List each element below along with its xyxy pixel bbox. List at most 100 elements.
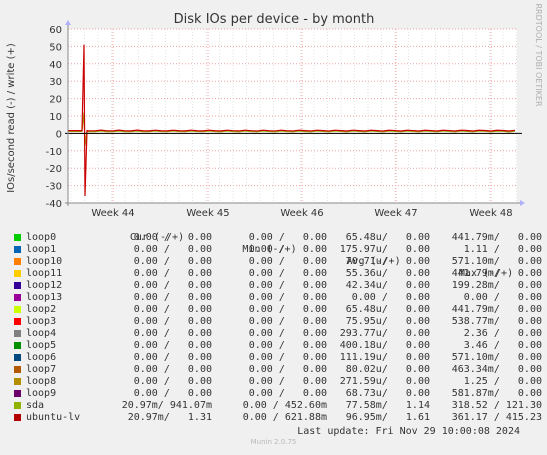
legend-swatch (14, 390, 21, 397)
last-update: Last update: Fri Nov 29 10:00:08 2024 (297, 426, 520, 437)
legend-swatch (14, 402, 21, 409)
legend-value-cur: 0.00 / 0.00 (133, 244, 212, 255)
legend-swatch (14, 366, 21, 373)
legend-row-loop2: loop2 0.00 / 0.00 0.00 / 0.00 65.48u/ 0.00 4… (12, 304, 542, 316)
y-tick-label: 40 (49, 60, 62, 71)
legend-value-cur: 0.00 / 0.00 (133, 280, 212, 291)
y-tick-label: 60 (49, 25, 62, 36)
legend-value-max: 581.87m/ 0.00 (451, 388, 542, 399)
legend-value-avg: 271.59u/ 0.00 (339, 376, 430, 387)
legend-value-cur: 20.97m/ 941.07m (121, 400, 212, 411)
legend-value-min: 0.00 / 0.00 (248, 316, 327, 327)
legend-value-max: 571.10m/ 0.00 (451, 256, 542, 267)
legend-row-loop3: loop3 0.00 / 0.00 0.00 / 0.00 75.95u/ 0.00 5… (12, 316, 542, 328)
legend-row-loop10: loop10 0.00 / 0.00 0.00 / 0.00 70.71u/ 0.00… (12, 256, 542, 268)
legend-row-loop13: loop13 0.00 / 0.00 0.00 / 0.00 0.00 / 0.00 0… (12, 292, 542, 304)
chart-title: Disk IOs per device - by month (174, 12, 375, 27)
legend-name: loop6 (26, 352, 57, 363)
legend-value-min: 0.00 / 0.00 (248, 340, 327, 351)
legend-value-max: 318.52 / 121.30 (451, 400, 542, 411)
legend-value-min: 0.00 / 0.00 (248, 256, 327, 267)
x-tick-label: Week 45 (186, 208, 229, 219)
legend-value-avg: 75.95u/ 0.00 (345, 316, 430, 327)
legend-swatch (14, 414, 21, 421)
legend-swatch (14, 258, 21, 265)
legend: Cur (-/+) Min (-/+) Avg (-/+) Max (-/+) … (12, 220, 542, 424)
legend-row-loop1: loop1 0.00 / 0.00 0.00 / 0.00 175.97u/ 0.00… (12, 244, 542, 256)
legend-value-min: 0.00 / 0.00 (248, 364, 327, 375)
legend-name: loop8 (26, 376, 57, 387)
legend-value-max: 441.79m/ 0.00 (451, 304, 542, 315)
legend-value-max: 1.11 / 0.00 (463, 244, 542, 255)
legend-name: loop7 (26, 364, 57, 375)
x-tick-label: Week 47 (374, 208, 417, 219)
legend-value-avg: 65.48u/ 0.00 (345, 232, 430, 243)
legend-value-avg: 65.48u/ 0.00 (345, 304, 430, 315)
legend-value-avg: 42.34u/ 0.00 (345, 280, 430, 291)
legend-name: loop2 (26, 304, 57, 315)
legend-value-min: 0.00 / 0.00 (248, 268, 327, 279)
legend-value-cur: 0.00 / 0.00 (133, 304, 212, 315)
legend-value-cur: 0.00 / 0.00 (133, 364, 212, 375)
legend-value-max: 361.17 / 415.23 (451, 412, 542, 423)
legend-value-max: 199.28m/ 0.00 (451, 280, 542, 291)
legend-value-max: 463.34m/ 0.00 (451, 364, 542, 375)
legend-value-min: 0.00 / 0.00 (248, 376, 327, 387)
legend-value-min: 0.00 / 452.60m (242, 400, 327, 411)
legend-swatch (14, 270, 21, 277)
x-tick-label: Week 44 (91, 208, 134, 219)
legend-value-max: 2.36 / 0.00 (463, 328, 542, 339)
y-tick-label: -20 (46, 164, 62, 175)
legend-value-max: 538.77m/ 0.00 (451, 316, 542, 327)
legend-swatch (14, 354, 21, 361)
legend-value-avg: 0.00 / 0.00 (351, 292, 430, 303)
legend-value-cur: 0.00 / 0.00 (133, 352, 212, 363)
legend-name: loop5 (26, 340, 57, 351)
x-tick-label: Week 48 (469, 208, 512, 219)
legend-name: loop1 (26, 244, 57, 255)
legend-value-min: 0.00 / 0.00 (248, 292, 327, 303)
legend-swatch (14, 330, 21, 337)
legend-value-cur: 0.00 / 0.00 (133, 268, 212, 279)
legend-value-min: 0.00 / 0.00 (248, 328, 327, 339)
legend-row-loop7: loop7 0.00 / 0.00 0.00 / 0.00 80.02u/ 0.00 4… (12, 364, 542, 376)
rrdtool-credit: RRDTOOL / TOBI OETIKER (534, 3, 543, 106)
legend-value-avg: 68.73u/ 0.00 (345, 388, 430, 399)
legend-value-cur: 0.00 / 0.00 (133, 376, 212, 387)
legend-value-avg: 96.95m/ 1.61 (345, 412, 430, 423)
legend-row-loop11: loop11 0.00 / 0.00 0.00 / 0.00 55.36u/ 0.00… (12, 268, 542, 280)
y-tick-label: 0 (56, 129, 62, 140)
y-tick-label: 30 (49, 77, 62, 88)
legend-row-loop9: loop9 0.00 / 0.00 0.00 / 0.00 68.73u/ 0.00 5… (12, 388, 542, 400)
legend-swatch (14, 282, 21, 289)
legend-row-sda: sda 20.97m/ 941.07m 0.00 / 452.60m 77.58m/ … (12, 400, 542, 412)
legend-name: loop12 (26, 280, 63, 291)
legend-swatch (14, 342, 21, 349)
legend-value-avg: 111.19u/ 0.00 (339, 352, 430, 363)
legend-value-avg: 80.02u/ 0.00 (345, 364, 430, 375)
legend-row-ubuntu-lv: ubuntu-lv 20.97m/ 1.31 0.00 / 621.88m 96.95… (12, 412, 542, 424)
legend-value-cur: 0.00 / 0.00 (133, 340, 212, 351)
legend-value-avg: 55.36u/ 0.00 (345, 268, 430, 279)
legend-name: loop13 (26, 292, 63, 303)
legend-value-min: 0.00 / 0.00 (248, 280, 327, 291)
legend-row-loop4: loop4 0.00 / 0.00 0.00 / 0.00 293.77u/ 0.00… (12, 328, 542, 340)
y-tick-label: -30 (46, 182, 62, 193)
legend-swatch (14, 378, 21, 385)
legend-row-loop0: loop0 0.00 / 0.00 0.00 / 0.00 65.48u/ 0.00 4… (12, 232, 542, 244)
legend-value-max: 441.79m/ 0.00 (451, 232, 542, 243)
legend-value-cur: 0.00 / 0.00 (133, 292, 212, 303)
munin-version: Munin 2.0.75 (250, 438, 297, 446)
legend-row-loop5: loop5 0.00 / 0.00 0.00 / 0.00 400.18u/ 0.00… (12, 340, 542, 352)
legend-value-avg: 400.18u/ 0.00 (339, 340, 430, 351)
legend-swatch (14, 234, 21, 241)
legend-swatch (14, 318, 21, 325)
legend-value-min: 0.00 / 0.00 (248, 352, 327, 363)
legend-value-max: 1.25 / 0.00 (463, 376, 542, 387)
legend-value-cur: 0.00 / 0.00 (133, 388, 212, 399)
legend-name: sda (26, 400, 45, 411)
legend-value-min: 0.00 / 0.00 (248, 304, 327, 315)
legend-name: loop3 (26, 316, 57, 327)
legend-value-cur: 0.00 / 0.00 (133, 256, 212, 267)
legend-value-cur: 20.97m/ 1.31 (127, 412, 212, 423)
